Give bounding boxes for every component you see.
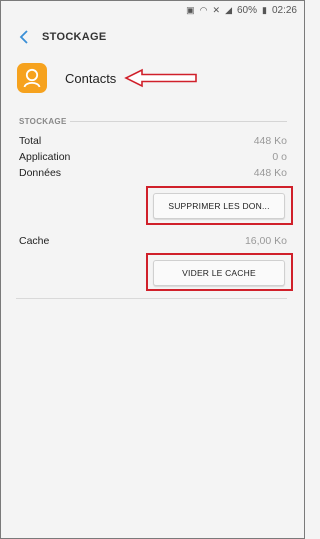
cache-value: 16,00 Ko xyxy=(244,235,287,247)
back-arrow-icon[interactable] xyxy=(9,22,39,52)
row-value: 0 o xyxy=(272,151,287,163)
bottom-divider xyxy=(16,298,287,299)
row-label: Application xyxy=(19,151,71,163)
row-label: Total xyxy=(19,135,42,147)
battery-percent: 60% xyxy=(237,4,258,16)
app-name: Contacts xyxy=(65,70,117,86)
signal-icon: ◢ xyxy=(225,4,232,15)
row-value: 448 Ko xyxy=(253,167,287,179)
wifi-icon: ◠ xyxy=(199,4,208,15)
cache-row: Cache 16,00 Ko xyxy=(19,234,287,248)
battery-icon: ▮ xyxy=(262,4,267,15)
row-label: Données xyxy=(19,167,62,179)
silent-icon: ✕ xyxy=(212,4,221,15)
clear-cache-button[interactable]: VIDER LE CACHE xyxy=(153,260,285,286)
status-bar: ▣ ◠ ✕ ◢ 60% ▮ 02:26 xyxy=(0,0,303,20)
notification-icon: ▣ xyxy=(186,4,195,15)
row-value: 448 Ko xyxy=(253,135,287,147)
storage-row-total: Total 448 Ko xyxy=(19,134,287,148)
red-arrow-annotation-icon xyxy=(124,68,197,88)
storage-row-application: Application 0 o xyxy=(19,150,287,164)
clock: 02:26 xyxy=(271,4,297,16)
contacts-app-icon xyxy=(17,63,47,93)
storage-section-label: STOCKAGE xyxy=(19,117,67,126)
section-divider xyxy=(70,121,287,122)
cache-label: Cache xyxy=(19,235,50,247)
page-title: STOCKAGE xyxy=(42,31,107,43)
clear-data-button[interactable]: SUPPRIMER LES DON... xyxy=(153,193,285,219)
app-bar: STOCKAGE xyxy=(0,20,303,54)
storage-row-data: Données 448 Ko xyxy=(19,166,287,180)
